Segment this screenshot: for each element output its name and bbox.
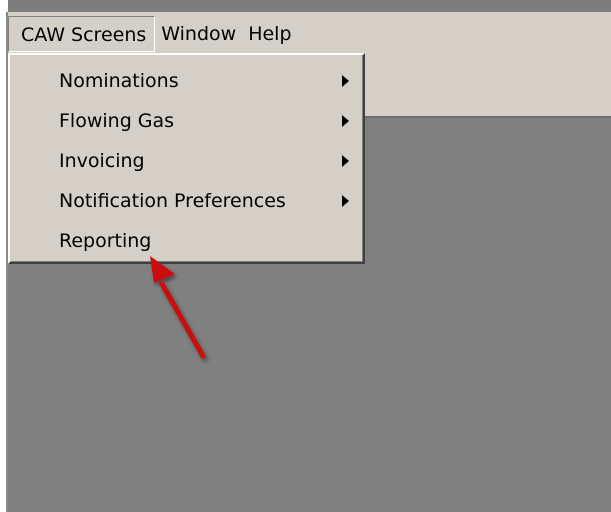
submenu-arrow-icon bbox=[342, 155, 349, 167]
caw-screens-dropdown: Nominations Flowing Gas Invoicing Notifi… bbox=[8, 53, 365, 264]
menu-item-invoicing[interactable]: Invoicing bbox=[10, 141, 363, 181]
submenu-arrow-icon bbox=[342, 195, 349, 207]
menu-item-label: Reporting bbox=[59, 230, 152, 252]
menu-item-label: Notification Preferences bbox=[59, 190, 286, 212]
menu-item-flowing-gas[interactable]: Flowing Gas bbox=[10, 101, 363, 141]
application-window: CAW Screens Window Help Nominations Flow… bbox=[0, 0, 611, 512]
menu-window[interactable]: Window bbox=[155, 16, 242, 52]
menu-caw-screens[interactable]: CAW Screens bbox=[8, 16, 156, 52]
red-pointer-arrow-icon bbox=[150, 256, 206, 359]
title-bar bbox=[8, 0, 611, 12]
submenu-arrow-icon bbox=[342, 115, 349, 127]
submenu-arrow-icon bbox=[342, 75, 349, 87]
menu-item-label: Nominations bbox=[59, 70, 179, 92]
menu-item-notification-preferences[interactable]: Notification Preferences bbox=[10, 181, 363, 221]
menubar: CAW Screens Window Help bbox=[8, 16, 298, 52]
menu-item-label: Flowing Gas bbox=[59, 110, 175, 132]
menu-help[interactable]: Help bbox=[242, 16, 297, 52]
menu-item-nominations[interactable]: Nominations bbox=[10, 61, 363, 101]
menu-item-label: Invoicing bbox=[59, 150, 145, 172]
